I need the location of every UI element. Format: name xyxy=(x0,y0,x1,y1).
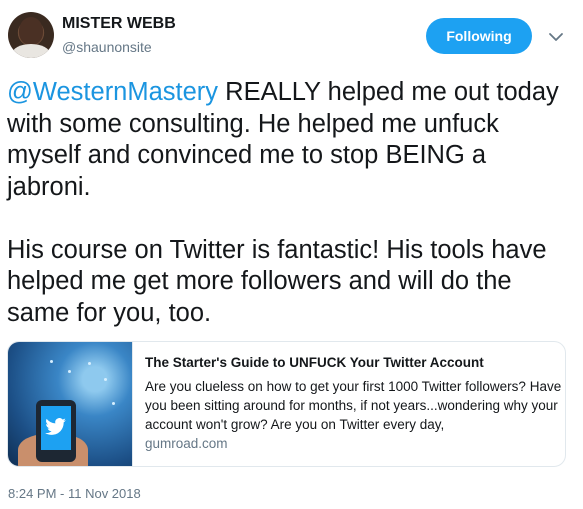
author-name[interactable]: MISTER WEBB xyxy=(62,15,176,33)
chevron-down-icon[interactable] xyxy=(547,28,565,46)
avatar-head xyxy=(19,17,43,45)
following-button[interactable]: Following xyxy=(426,18,532,54)
tweet-text: @WesternMastery REALLY helped me out tod… xyxy=(7,77,572,329)
tweet-paragraph-2: His course on Twitter is fantastic! His … xyxy=(7,235,547,327)
mention-link[interactable]: @WesternMastery xyxy=(7,78,218,106)
link-card[interactable]: The Starter's Guide to UNFUCK Your Twitt… xyxy=(7,341,566,467)
avatar-shirt xyxy=(12,44,50,58)
card-image-spark xyxy=(88,362,91,365)
card-domain: gumroad.com xyxy=(145,436,228,451)
card-title[interactable]: The Starter's Guide to UNFUCK Your Twitt… xyxy=(145,355,484,370)
card-image[interactable] xyxy=(8,342,132,466)
tweet: MISTER WEBB @shaunonsite Following @West… xyxy=(0,0,583,509)
card-image-spark xyxy=(68,370,71,373)
card-image-spark xyxy=(112,402,115,405)
card-image-spark xyxy=(50,360,53,363)
tweet-paragraph-1: @WesternMastery REALLY helped me out tod… xyxy=(7,77,572,203)
avatar[interactable] xyxy=(8,12,54,58)
card-image-spark xyxy=(104,378,107,381)
twitter-bird-icon xyxy=(45,418,66,435)
card-body[interactable]: The Starter's Guide to UNFUCK Your Twitt… xyxy=(132,342,565,466)
card-description: Are you clueless on how to get your firs… xyxy=(145,379,562,432)
author-handle[interactable]: @shaunonsite xyxy=(62,39,152,55)
tweet-timestamp[interactable]: 8:24 PM - 11 Nov 2018 xyxy=(8,486,141,501)
